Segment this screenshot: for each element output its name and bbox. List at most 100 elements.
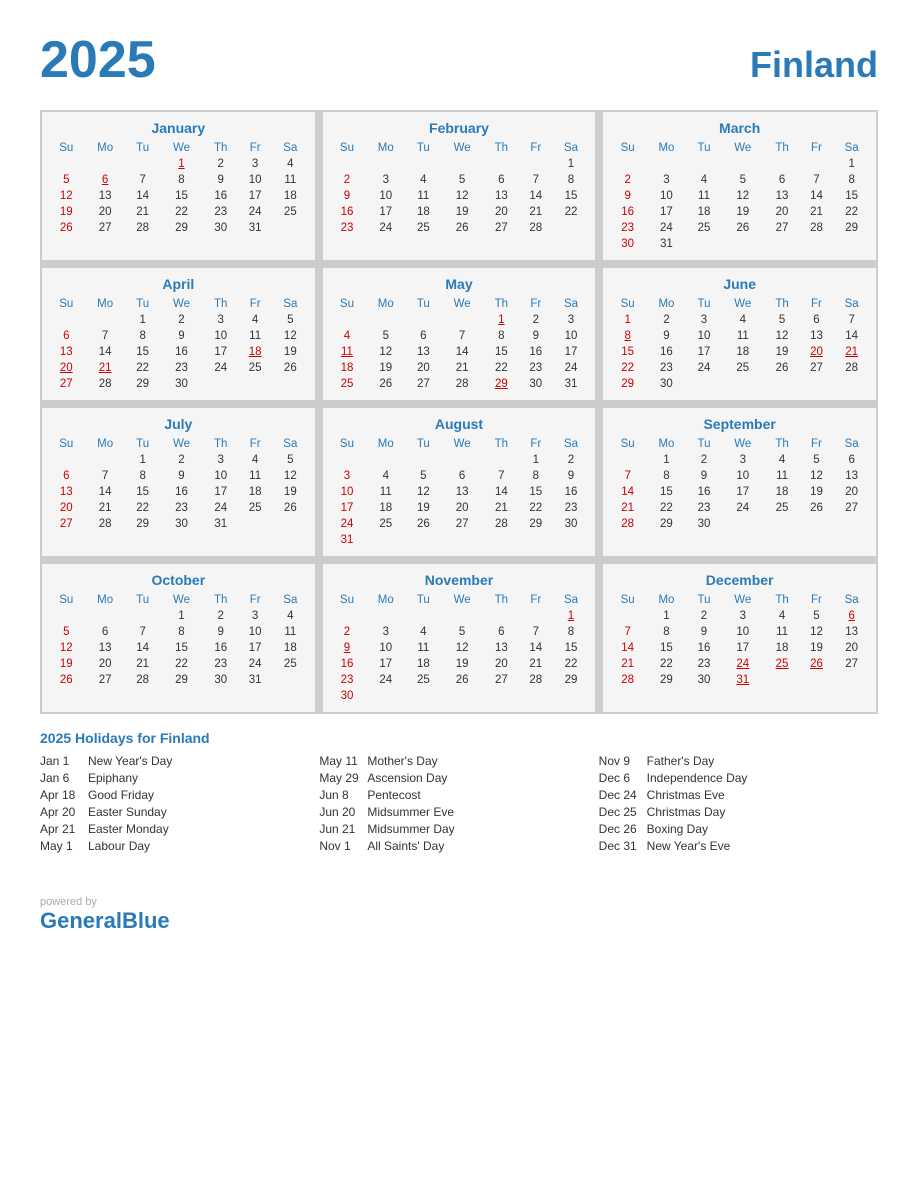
cal-day: 26	[272, 360, 309, 376]
cal-day	[85, 156, 126, 172]
weekday-header-tu: Tu	[406, 592, 440, 608]
cal-day: 12	[800, 468, 834, 484]
month-name-june: June	[609, 276, 870, 292]
weekday-header-th: Th	[484, 140, 519, 156]
cal-day: 28	[609, 672, 646, 688]
weekday-header-mo: Mo	[646, 436, 687, 452]
cal-day	[406, 156, 440, 172]
holiday-date: Apr 18	[40, 788, 88, 802]
cal-day	[329, 452, 366, 468]
cal-day: 9	[329, 188, 366, 204]
cal-day: 28	[519, 220, 553, 236]
cal-day: 24	[203, 500, 238, 516]
cal-day: 7	[85, 468, 126, 484]
month-name-july: July	[48, 416, 309, 432]
cal-day: 31	[553, 376, 590, 392]
month-box-february: FebruarySuMoTuWeThFrSa123456789101112131…	[323, 112, 596, 260]
cal-day: 21	[519, 656, 553, 672]
weekday-header-su: Su	[48, 436, 85, 452]
holiday-row: Dec 31New Year's Eve	[599, 839, 878, 853]
cal-day: 18	[365, 500, 406, 516]
cal-day	[440, 156, 483, 172]
cal-day: 3	[721, 608, 764, 624]
cal-day: 23	[329, 220, 366, 236]
cal-day: 10	[365, 188, 406, 204]
cal-day: 16	[519, 344, 553, 360]
holiday-date: Jan 6	[40, 771, 88, 785]
cal-day: 17	[721, 640, 764, 656]
cal-day: 24	[203, 360, 238, 376]
cal-day	[687, 156, 721, 172]
cal-day: 4	[238, 312, 272, 328]
cal-day: 2	[329, 172, 366, 188]
month-name-april: April	[48, 276, 309, 292]
cal-day: 16	[160, 344, 203, 360]
weekday-header-mo: Mo	[85, 296, 126, 312]
holiday-date: Dec 6	[599, 771, 647, 785]
cal-day: 27	[406, 376, 440, 392]
holiday-date: May 1	[40, 839, 88, 853]
cal-day: 31	[646, 236, 687, 252]
cal-day: 11	[764, 468, 799, 484]
cal-day: 9	[203, 172, 238, 188]
cal-day	[406, 532, 440, 548]
weekday-header-we: We	[721, 296, 764, 312]
cal-day: 27	[800, 360, 834, 376]
holiday-row: Apr 18Good Friday	[40, 788, 319, 802]
cal-day: 3	[203, 452, 238, 468]
weekday-header-th: Th	[203, 436, 238, 452]
cal-day	[203, 376, 238, 392]
cal-day	[833, 672, 870, 688]
cal-day	[687, 236, 721, 252]
cal-day: 28	[519, 672, 553, 688]
holiday-row: Apr 21Easter Monday	[40, 822, 319, 836]
cal-day: 6	[48, 468, 85, 484]
cal-day: 27	[85, 220, 126, 236]
cal-day: 12	[440, 640, 483, 656]
weekday-header-mo: Mo	[85, 592, 126, 608]
cal-day: 15	[519, 484, 553, 500]
cal-day: 13	[764, 188, 799, 204]
cal-day	[721, 156, 764, 172]
cal-day: 8	[160, 624, 203, 640]
cal-day: 29	[519, 516, 553, 532]
holidays-section: 2025 Holidays for Finland Jan 1New Year'…	[40, 730, 878, 856]
cal-day: 21	[609, 500, 646, 516]
cal-day: 22	[646, 500, 687, 516]
cal-day	[440, 608, 483, 624]
weekday-header-sa: Sa	[272, 140, 309, 156]
cal-day: 29	[646, 516, 687, 532]
holiday-date: Apr 21	[40, 822, 88, 836]
cal-day: 26	[365, 376, 406, 392]
cal-day: 29	[553, 672, 590, 688]
cal-day: 8	[126, 468, 160, 484]
weekday-header-sa: Sa	[272, 436, 309, 452]
cal-day: 27	[85, 672, 126, 688]
weekday-header-su: Su	[48, 296, 85, 312]
weekday-header-sa: Sa	[553, 296, 590, 312]
cal-day	[440, 532, 483, 548]
weekday-header-tu: Tu	[687, 592, 721, 608]
cal-day: 23	[646, 360, 687, 376]
cal-day	[721, 236, 764, 252]
cal-day: 22	[160, 204, 203, 220]
weekday-header-mo: Mo	[365, 436, 406, 452]
cal-day: 6	[800, 312, 834, 328]
cal-day: 24	[365, 672, 406, 688]
holiday-name: Easter Sunday	[88, 805, 167, 819]
cal-day: 30	[687, 516, 721, 532]
cal-day: 29	[160, 220, 203, 236]
cal-day: 15	[609, 344, 646, 360]
cal-day: 4	[406, 624, 440, 640]
weekday-header-mo: Mo	[646, 296, 687, 312]
cal-day: 17	[721, 484, 764, 500]
month-name-december: December	[609, 572, 870, 588]
weekday-header-tu: Tu	[406, 296, 440, 312]
cal-day: 11	[365, 484, 406, 500]
cal-day: 9	[160, 468, 203, 484]
cal-day	[126, 608, 160, 624]
weekday-header-mo: Mo	[365, 296, 406, 312]
cal-day: 4	[721, 312, 764, 328]
cal-day: 11	[238, 468, 272, 484]
month-name-january: January	[48, 120, 309, 136]
